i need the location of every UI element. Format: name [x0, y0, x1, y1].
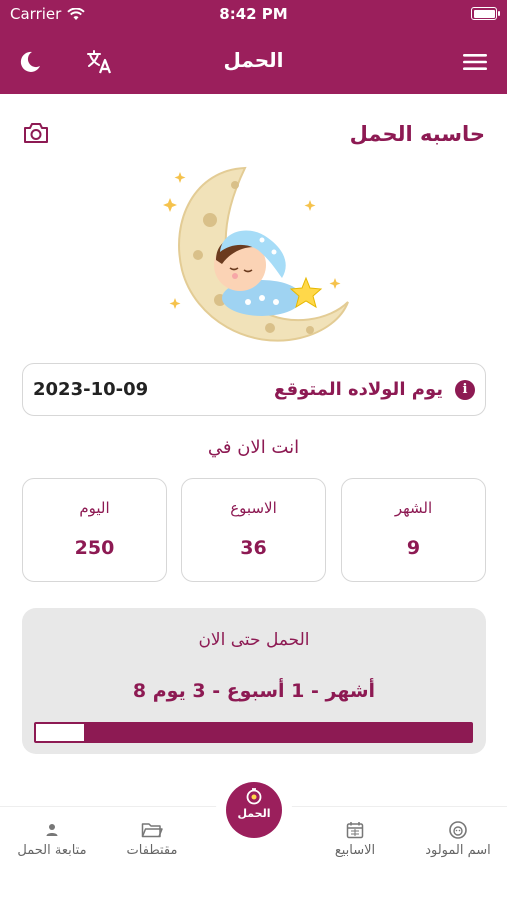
stat-week-value: 36 — [240, 537, 267, 559]
tab-pregnancy[interactable]: الحمل — [226, 782, 282, 838]
due-date-label: يوم الولاده المتوقع — [274, 379, 443, 400]
tab-pregnancy-tracking-label: متابعة الحمل — [17, 843, 87, 858]
tab-weeks[interactable]: الاسابيع — [305, 819, 405, 858]
stat-day-label: اليوم — [79, 499, 110, 517]
tab-excerpts-label: مقتطفات — [126, 843, 178, 858]
section-title: حاسبه الحمل — [349, 122, 485, 146]
folder-icon — [102, 819, 202, 841]
tab-excerpts[interactable]: مقتطفات — [102, 819, 202, 858]
stat-day-value: 250 — [74, 537, 115, 559]
nav-bar: الحمل — [0, 36, 507, 86]
stat-month-value: 9 — [406, 537, 421, 559]
baby-moon-illustration — [150, 160, 360, 360]
due-date-value: 2023-10-09 — [33, 379, 149, 400]
tab-baby-name[interactable]: اسم المولود — [408, 819, 507, 858]
status-time: 8:42 PM — [219, 5, 288, 23]
progress-title: الحمل حتى الان — [198, 630, 310, 650]
stat-week-card: الاسبوع 36 — [181, 478, 326, 582]
camera-icon[interactable] — [22, 120, 50, 146]
tab-weeks-label: الاسابيع — [334, 843, 376, 858]
tab-pregnancy-tracking[interactable]: متابعة الحمل — [2, 819, 102, 858]
baby-icon — [408, 819, 507, 841]
progress-bar — [34, 722, 473, 743]
menu-icon[interactable] — [459, 46, 491, 78]
status-bar: Carrier 8:42 PM — [0, 0, 507, 28]
info-icon[interactable]: i — [455, 380, 475, 400]
user-icon — [2, 819, 102, 841]
calendar-icon — [305, 819, 405, 841]
now-label: انت الان في — [207, 437, 300, 458]
pregnancy-icon — [226, 782, 282, 806]
tab-baby-name-label: اسم المولود — [425, 843, 491, 858]
tab-pregnancy-label: الحمل — [237, 807, 271, 820]
app-header: Carrier 8:42 PM الحمل — [0, 0, 507, 94]
progress-value: 8 أشهر - 1 أسبوع - 3 يوم — [132, 680, 376, 702]
progress-remaining — [36, 724, 84, 741]
battery-icon — [471, 7, 500, 20]
stat-day-card: اليوم 250 — [22, 478, 167, 582]
page-title: الحمل — [223, 48, 284, 72]
stat-month-label: الشهر — [394, 499, 433, 517]
due-date-field[interactable]: i يوم الولاده المتوقع 2023-10-09 — [22, 363, 486, 416]
progress-card: الحمل حتى الان 8 أشهر - 1 أسبوع - 3 يوم — [22, 608, 486, 754]
stat-month-card: الشهر 9 — [341, 478, 486, 582]
stat-week-label: الاسبوع — [230, 499, 277, 517]
